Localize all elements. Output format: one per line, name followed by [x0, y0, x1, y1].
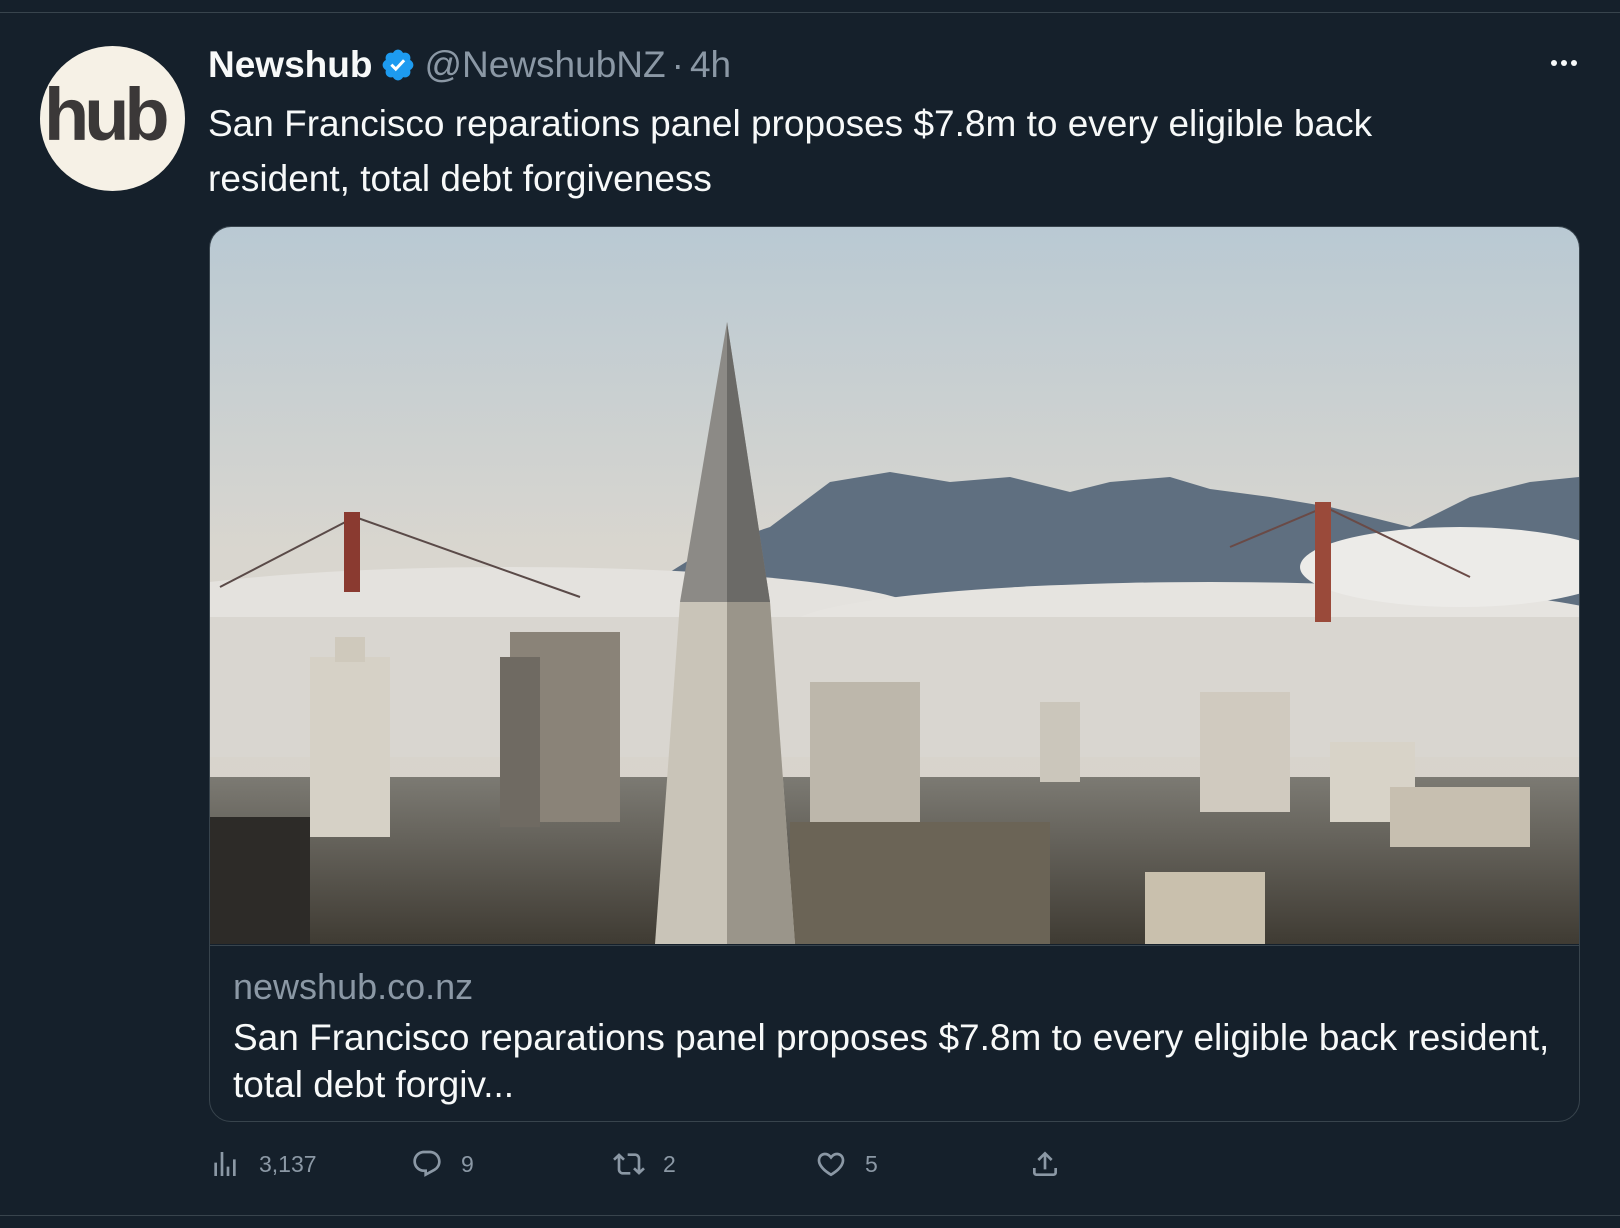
analytics-icon [214, 1152, 236, 1176]
more-dot [1571, 60, 1577, 66]
retweet-icon [613, 1153, 645, 1175]
more-dot [1551, 60, 1557, 66]
display-name[interactable]: Newshub [208, 44, 372, 86]
views-button[interactable]: 3,137 [209, 1144, 317, 1184]
share-icon [1033, 1151, 1057, 1176]
heart-icon [817, 1152, 845, 1177]
link-card[interactable]: newshub.co.nz San Francisco reparations … [209, 226, 1580, 1122]
tweet-text: San Francisco reparations panel proposes… [208, 103, 1373, 199]
reply-icon [413, 1150, 441, 1177]
reply-count: 9 [461, 1150, 474, 1177]
views-count: 3,137 [259, 1150, 317, 1177]
header-separator: · [671, 44, 684, 85]
card-meta: newshub.co.nz San Francisco reparations … [210, 945, 1579, 1121]
tweet-timestamp[interactable]: 4h [690, 44, 731, 86]
verified-badge-icon[interactable] [380, 47, 416, 83]
user-handle[interactable]: @NewshubNZ [424, 44, 665, 86]
retweet-count: 2 [663, 1150, 676, 1177]
more-dot [1561, 60, 1567, 66]
more-options-icon[interactable] [1544, 48, 1584, 78]
avatar-logo-text: hub [44, 73, 170, 156]
card-domain: newshub.co.nz [233, 966, 474, 1007]
card-title: San Francisco reparations panel proposes… [233, 1017, 1550, 1105]
like-button[interactable]: 5 [815, 1144, 878, 1184]
share-button[interactable] [1029, 1144, 1061, 1184]
reply-button[interactable]: 9 [411, 1144, 474, 1184]
like-count: 5 [865, 1150, 878, 1177]
card-image[interactable] [210, 227, 1579, 944]
action-bar: 3,137 9 2 5 [209, 1144, 1609, 1184]
top-divider [0, 0, 1620, 13]
avatar[interactable]: hub [40, 46, 185, 191]
bottom-divider [0, 1215, 1620, 1216]
tweet-header: Newshub @NewshubNZ · 4h [208, 40, 731, 90]
retweet-button[interactable]: 2 [613, 1144, 676, 1184]
